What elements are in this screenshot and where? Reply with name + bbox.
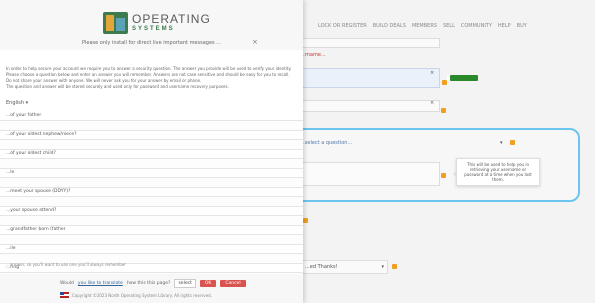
close-icon[interactable]: × — [252, 38, 258, 46]
required-star-icon — [392, 264, 397, 269]
question-option[interactable]: ...your spouse attend? — [0, 207, 303, 215]
question-option[interactable]: ...meet your spouse (DDYY)? — [0, 188, 303, 196]
copyright-row: Copyright ©2023 North Operating System L… — [60, 292, 212, 298]
logo: OPERATING SYSTEMS — [103, 12, 211, 34]
answer-field[interactable] — [0, 139, 303, 150]
background-top-nav: LOCK OR REGISTER BUILD DEALS MEMBERS SEL… — [300, 20, 595, 32]
translate-row: Would you like to translate how this thi… — [60, 279, 246, 288]
answer-field[interactable] — [0, 234, 303, 245]
background-select-value: ...ed Thanks! — [305, 264, 338, 270]
question-option[interactable]: ...of your oldest child? — [0, 150, 303, 158]
logo-icon — [103, 12, 128, 34]
nav-item[interactable]: SELL — [443, 23, 455, 29]
background-error-text: ...rname... — [300, 52, 326, 58]
background-field[interactable] — [300, 100, 440, 112]
background-field[interactable] — [300, 38, 440, 48]
answer-field[interactable] — [0, 215, 303, 226]
close-icon[interactable]: × — [430, 70, 434, 76]
question-option[interactable]: ...grandfather born (father — [0, 226, 303, 234]
security-answer-input[interactable] — [300, 162, 440, 186]
intro-text: In order to help secure your account we … — [6, 66, 298, 90]
chevron-down-icon: ▾ — [25, 100, 29, 106]
nav-item[interactable]: COMMUNITY — [461, 23, 492, 29]
required-star-icon — [442, 80, 447, 85]
modal-footer: Would you like to translate how this thi… — [0, 274, 303, 303]
close-icon[interactable]: × — [430, 100, 434, 106]
background-username-input[interactable] — [300, 68, 440, 88]
question-option[interactable]: ...le — [0, 169, 303, 177]
answer-field[interactable] — [0, 158, 303, 169]
required-star-icon — [441, 108, 446, 113]
us-flag-icon — [60, 292, 69, 298]
nav-item[interactable]: LOCK OR REGISTER — [318, 23, 367, 29]
translate-link[interactable]: you like to translate — [78, 281, 123, 286]
answer-field[interactable] — [0, 120, 303, 131]
nav-item[interactable]: BUY — [517, 23, 527, 29]
intro-line: The question and answer will be stored s… — [6, 84, 229, 89]
answer-field[interactable] — [0, 177, 303, 188]
cancel-button[interactable]: Cancel — [220, 280, 246, 287]
answer-field[interactable] — [0, 196, 303, 207]
required-star-icon — [441, 173, 446, 178]
chevron-down-icon: ▾ — [381, 264, 384, 270]
modal-header: OPERATING SYSTEMS Please only install fo… — [0, 0, 303, 50]
translate-prompt-after: how this this page? — [126, 281, 171, 286]
logo-main-text: OPERATING — [132, 12, 211, 26]
required-star-icon — [303, 218, 308, 223]
security-question-select[interactable]: ...select a question... — [300, 140, 352, 146]
nav-item[interactable]: HELP — [498, 23, 511, 29]
nav-item[interactable]: MEMBERS — [412, 23, 437, 29]
help-tooltip: This will be used to help you in retriev… — [453, 158, 540, 186]
security-question-modal: OPERATING SYSTEMS Please only install fo… — [0, 0, 303, 303]
required-star-icon — [510, 140, 515, 145]
translate-prompt: Would — [60, 281, 74, 286]
strength-badge — [447, 75, 478, 81]
footnote: ...answer, so you'll want to use one you… — [6, 262, 126, 267]
question-option[interactable]: ...of your oldest nephew/niece? — [0, 131, 303, 139]
question-option[interactable]: ...ile — [0, 245, 303, 253]
nav-item[interactable]: BUILD DEALS — [373, 23, 406, 29]
language-select[interactable]: select — [174, 279, 196, 288]
question-option[interactable]: ...of your father — [0, 112, 303, 120]
ok-button[interactable]: OK — [199, 280, 217, 287]
chevron-down-icon: ▾ — [500, 140, 503, 146]
copyright-text: Copyright ©2023 North Operating System L… — [72, 292, 212, 298]
language-label: English — [6, 100, 25, 106]
background-select[interactable]: ...ed Thanks! ▾ — [300, 260, 388, 274]
logo-sub-text: SYSTEMS — [132, 26, 175, 32]
language-selector[interactable]: English ▾ — [6, 100, 28, 106]
